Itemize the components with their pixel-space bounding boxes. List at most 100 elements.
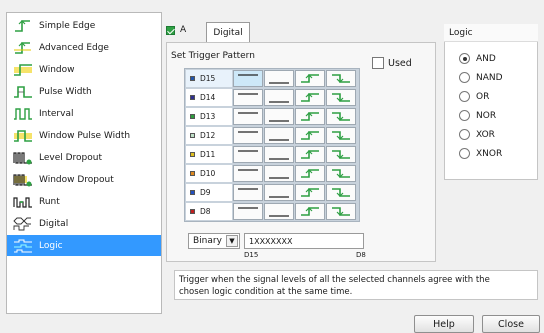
- trigger-item-logic[interactable]: Logic: [7, 235, 161, 256]
- trigger-item-interval[interactable]: Interval: [7, 103, 161, 124]
- high-level-button[interactable]: [233, 203, 263, 220]
- rising-edge-button[interactable]: [295, 89, 325, 106]
- high-level-button[interactable]: [233, 184, 263, 201]
- tab-channel-a[interactable]: A: [166, 25, 186, 35]
- level-dropout-icon: [13, 150, 33, 166]
- title-strip: [0, 0, 544, 12]
- channel-cell[interactable]: D8: [186, 203, 232, 220]
- pattern-value-text: 1XXXXXXX: [249, 236, 293, 246]
- channel-cell[interactable]: D15: [186, 70, 232, 87]
- low-level-icon: [269, 158, 289, 160]
- rising-edge-icon: [301, 169, 319, 178]
- falling-edge-button[interactable]: [326, 89, 356, 106]
- high-level-icon: [238, 169, 258, 171]
- channel-a-checkbox[interactable]: [166, 25, 175, 35]
- channel-cell[interactable]: D10: [186, 165, 232, 182]
- trigger-type-list[interactable]: Simple Edge Advanced Edge Window Pulse W…: [6, 12, 162, 314]
- radio-button[interactable]: [459, 129, 470, 140]
- trigger-item-digital[interactable]: Digital: [7, 213, 161, 234]
- low-level-button[interactable]: [264, 203, 294, 220]
- trigger-item-label: Runt: [39, 196, 60, 207]
- low-level-button[interactable]: [264, 146, 294, 163]
- channel-cell[interactable]: D13: [186, 108, 232, 125]
- falling-edge-button[interactable]: [326, 165, 356, 182]
- rising-edge-icon: [301, 74, 319, 83]
- rising-edge-button[interactable]: [295, 108, 325, 125]
- radio-button[interactable]: [459, 110, 470, 121]
- radio-button[interactable]: [459, 53, 470, 64]
- high-level-button[interactable]: [233, 165, 263, 182]
- pattern-value-field[interactable]: 1XXXXXXX: [244, 233, 364, 249]
- channel-color-icon: [190, 171, 195, 176]
- trigger-item-window-dropout[interactable]: Window Dropout: [7, 169, 161, 190]
- logic-group-title: Logic: [444, 24, 538, 42]
- falling-edge-button[interactable]: [326, 70, 356, 87]
- high-level-button[interactable]: [233, 146, 263, 163]
- channel-name: D13: [200, 112, 216, 121]
- rising-edge-button[interactable]: [295, 70, 325, 87]
- low-level-button[interactable]: [264, 89, 294, 106]
- pattern-format: Binary ▼ 1XXXXXXX D15 D8: [184, 231, 366, 259]
- rising-edge-button[interactable]: [295, 203, 325, 220]
- trigger-item-window-pulse-width[interactable]: Window Pulse Width: [7, 125, 161, 146]
- close-button[interactable]: Close: [482, 315, 540, 333]
- falling-edge-button[interactable]: [326, 184, 356, 201]
- trigger-pattern-panel: Set Trigger Pattern Used D15 D14 D13 D12 D11…: [166, 42, 436, 262]
- rising-edge-button[interactable]: [295, 165, 325, 182]
- format-select[interactable]: Binary ▼: [188, 233, 240, 249]
- rising-edge-button[interactable]: [295, 127, 325, 144]
- used-checkbox[interactable]: Used: [372, 57, 412, 69]
- radio-button[interactable]: [459, 72, 470, 83]
- low-level-icon: [269, 177, 289, 179]
- falling-edge-button[interactable]: [326, 108, 356, 125]
- low-level-button[interactable]: [264, 127, 294, 144]
- radio-button[interactable]: [459, 148, 470, 159]
- logic-option-nand[interactable]: NAND: [459, 72, 503, 83]
- tab-digital[interactable]: Digital: [206, 22, 250, 42]
- channel-cell[interactable]: D14: [186, 89, 232, 106]
- high-level-icon: [238, 131, 258, 133]
- falling-edge-icon: [332, 74, 350, 83]
- low-level-icon: [269, 101, 289, 103]
- radio-button[interactable]: [459, 91, 470, 102]
- low-level-button[interactable]: [264, 70, 294, 87]
- logic-option-and[interactable]: AND: [459, 53, 496, 64]
- high-level-button[interactable]: [233, 127, 263, 144]
- falling-edge-button[interactable]: [326, 146, 356, 163]
- trigger-item-simple-edge[interactable]: Simple Edge: [7, 15, 161, 36]
- trigger-item-advanced-edge[interactable]: Advanced Edge: [7, 37, 161, 58]
- falling-edge-icon: [332, 207, 350, 216]
- logic-option-or[interactable]: OR: [459, 91, 489, 102]
- pattern-row: D11: [185, 145, 359, 164]
- logic-option-nor[interactable]: NOR: [459, 110, 496, 121]
- channel-cell[interactable]: D9: [186, 184, 232, 201]
- channel-cell[interactable]: D12: [186, 127, 232, 144]
- channel-cell[interactable]: D11: [186, 146, 232, 163]
- low-level-icon: [269, 139, 289, 141]
- low-level-button[interactable]: [264, 184, 294, 201]
- trigger-item-label: Window Pulse Width: [39, 130, 131, 141]
- trigger-item-window[interactable]: Window: [7, 59, 161, 80]
- window-pulse-width-icon: [13, 128, 33, 144]
- used-checkbox-box[interactable]: [372, 57, 384, 69]
- trigger-item-pulse-width[interactable]: Pulse Width: [7, 81, 161, 102]
- logic-option-xor[interactable]: XOR: [459, 129, 495, 140]
- low-level-button[interactable]: [264, 108, 294, 125]
- low-level-button[interactable]: [264, 165, 294, 182]
- pattern-row: D10: [185, 164, 359, 183]
- high-level-button[interactable]: [233, 70, 263, 87]
- falling-edge-icon: [332, 169, 350, 178]
- chevron-down-icon[interactable]: ▼: [226, 235, 238, 247]
- trigger-item-level-dropout[interactable]: Level Dropout: [7, 147, 161, 168]
- high-level-button[interactable]: [233, 89, 263, 106]
- logic-option-xnor[interactable]: XNOR: [459, 148, 502, 159]
- help-button[interactable]: Help: [414, 315, 474, 333]
- high-level-button[interactable]: [233, 108, 263, 125]
- rising-edge-button[interactable]: [295, 184, 325, 201]
- falling-edge-button[interactable]: [326, 127, 356, 144]
- falling-edge-button[interactable]: [326, 203, 356, 220]
- rising-edge-button[interactable]: [295, 146, 325, 163]
- trigger-item-runt[interactable]: Runt: [7, 191, 161, 212]
- window-dropout-icon: [13, 172, 33, 188]
- set-trigger-pattern-title: Set Trigger Pattern: [171, 51, 255, 61]
